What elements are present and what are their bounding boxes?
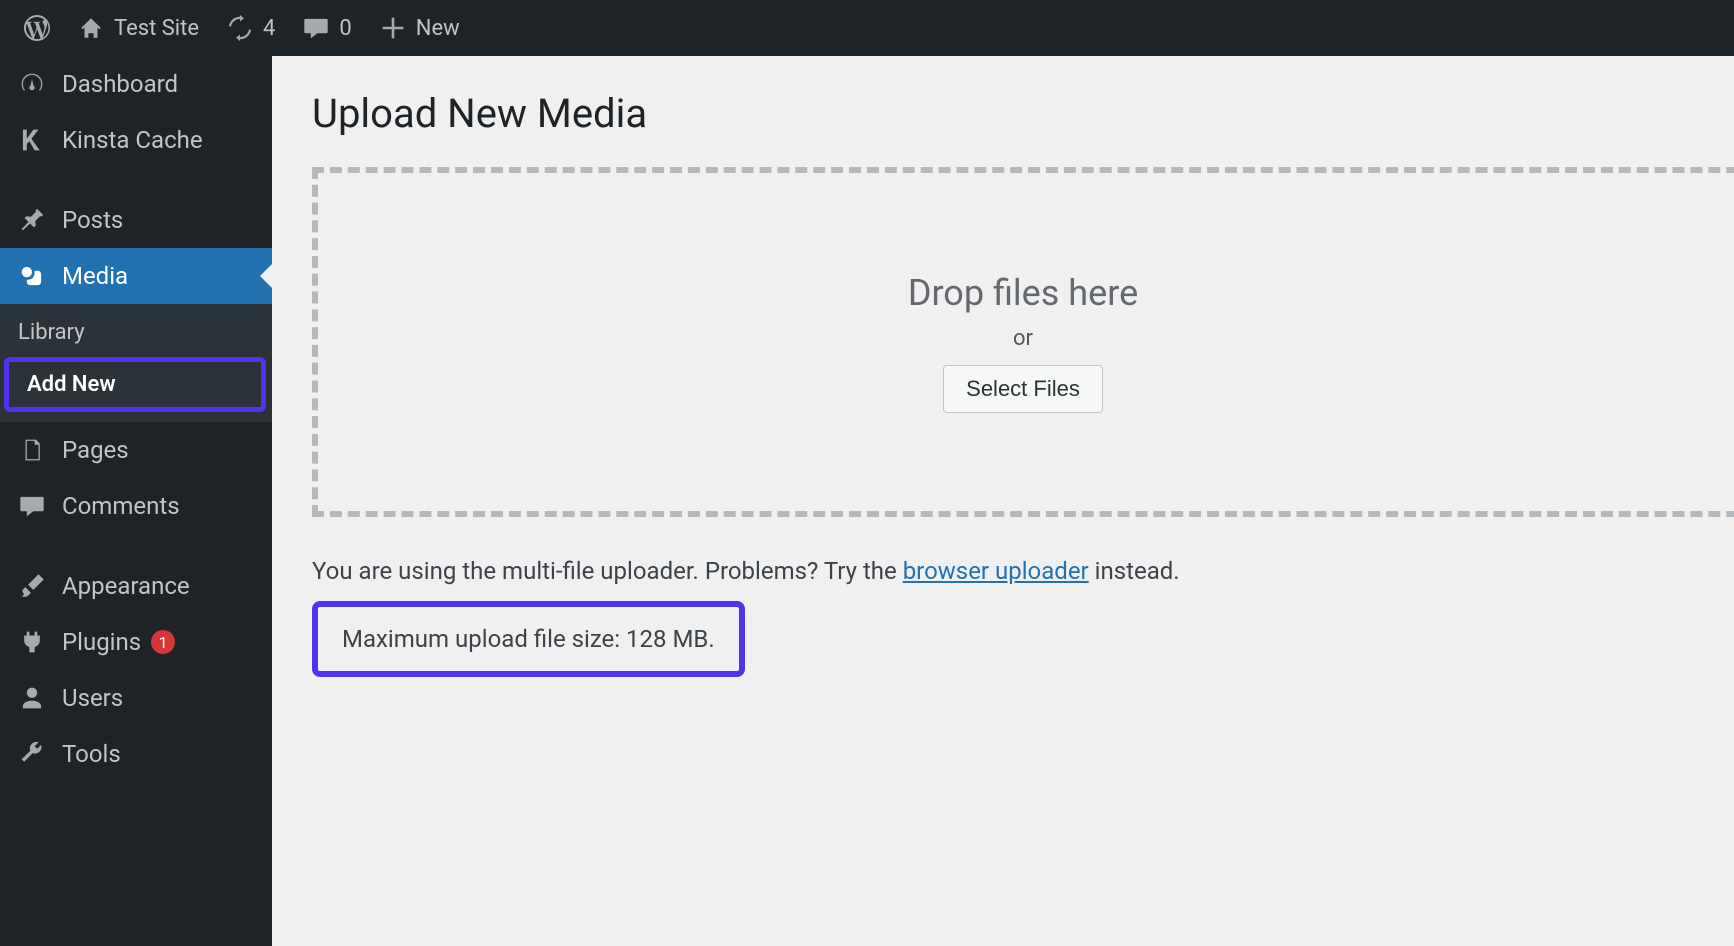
new-label: New: [416, 16, 460, 41]
browser-uploader-link[interactable]: browser uploader: [903, 557, 1089, 585]
submenu-item-library[interactable]: Library: [0, 310, 272, 355]
page-title: Upload New Media: [312, 90, 1734, 137]
sidebar-item-label: Pages: [62, 436, 129, 464]
updates-link[interactable]: 4: [213, 0, 289, 56]
sidebar-item-label: Media: [62, 262, 128, 290]
sidebar-item-label: Kinsta Cache: [62, 126, 203, 154]
plugin-icon: [16, 629, 48, 655]
sidebar-item-media[interactable]: Media: [0, 248, 272, 304]
drop-files-text: Drop files here: [908, 272, 1138, 314]
admin-sidebar: Dashboard Kinsta Cache Posts Media Libra…: [0, 56, 272, 946]
plugins-update-badge: 1: [151, 630, 175, 654]
wp-logo[interactable]: [10, 0, 64, 56]
sidebar-item-appearance[interactable]: Appearance: [0, 558, 272, 614]
sidebar-item-users[interactable]: Users: [0, 670, 272, 726]
comments-link[interactable]: 0: [289, 0, 365, 56]
new-content-link[interactable]: New: [366, 0, 474, 56]
select-files-button[interactable]: Select Files: [943, 365, 1103, 413]
sidebar-item-label: Posts: [62, 206, 123, 234]
kinsta-icon: [16, 127, 48, 153]
pin-icon: [16, 207, 48, 233]
sidebar-item-plugins[interactable]: Plugins 1: [0, 614, 272, 670]
site-name-label: Test Site: [114, 16, 199, 41]
max-upload-size: Maximum upload file size: 128 MB.: [312, 601, 745, 677]
sidebar-item-kinsta[interactable]: Kinsta Cache: [0, 112, 272, 168]
sidebar-item-label: Users: [62, 684, 123, 712]
sidebar-item-label: Tools: [62, 740, 121, 768]
media-submenu: Library Add New: [0, 304, 272, 422]
info-before: You are using the multi-file uploader. P…: [312, 557, 903, 585]
wrench-icon: [16, 741, 48, 767]
sidebar-item-label: Dashboard: [62, 70, 178, 98]
media-icon: [16, 263, 48, 289]
dashboard-icon: [16, 71, 48, 97]
site-name-link[interactable]: Test Site: [64, 0, 213, 56]
sidebar-item-dashboard[interactable]: Dashboard: [0, 56, 272, 112]
sidebar-item-label: Plugins: [62, 628, 141, 656]
sidebar-item-posts[interactable]: Posts: [0, 192, 272, 248]
or-text: or: [1013, 326, 1033, 351]
sidebar-item-comments[interactable]: Comments: [0, 478, 272, 534]
brush-icon: [16, 573, 48, 599]
uploader-info-line: You are using the multi-file uploader. P…: [312, 557, 1734, 585]
pages-icon: [16, 437, 48, 463]
submenu-item-add-new[interactable]: Add New: [9, 362, 261, 407]
sidebar-item-label: Comments: [62, 492, 180, 520]
sidebar-item-label: Appearance: [62, 572, 190, 600]
comments-count: 0: [339, 16, 351, 41]
info-after: instead.: [1089, 557, 1180, 585]
main-content: Upload New Media Drop files here or Sele…: [272, 56, 1734, 946]
updates-count: 4: [263, 16, 275, 41]
comment-icon: [16, 493, 48, 519]
admin-toolbar: Test Site 4 0 New: [0, 0, 1734, 56]
user-icon: [16, 685, 48, 711]
sidebar-item-tools[interactable]: Tools: [0, 726, 272, 782]
sidebar-item-pages[interactable]: Pages: [0, 422, 272, 478]
upload-dropzone[interactable]: Drop files here or Select Files: [312, 167, 1734, 517]
